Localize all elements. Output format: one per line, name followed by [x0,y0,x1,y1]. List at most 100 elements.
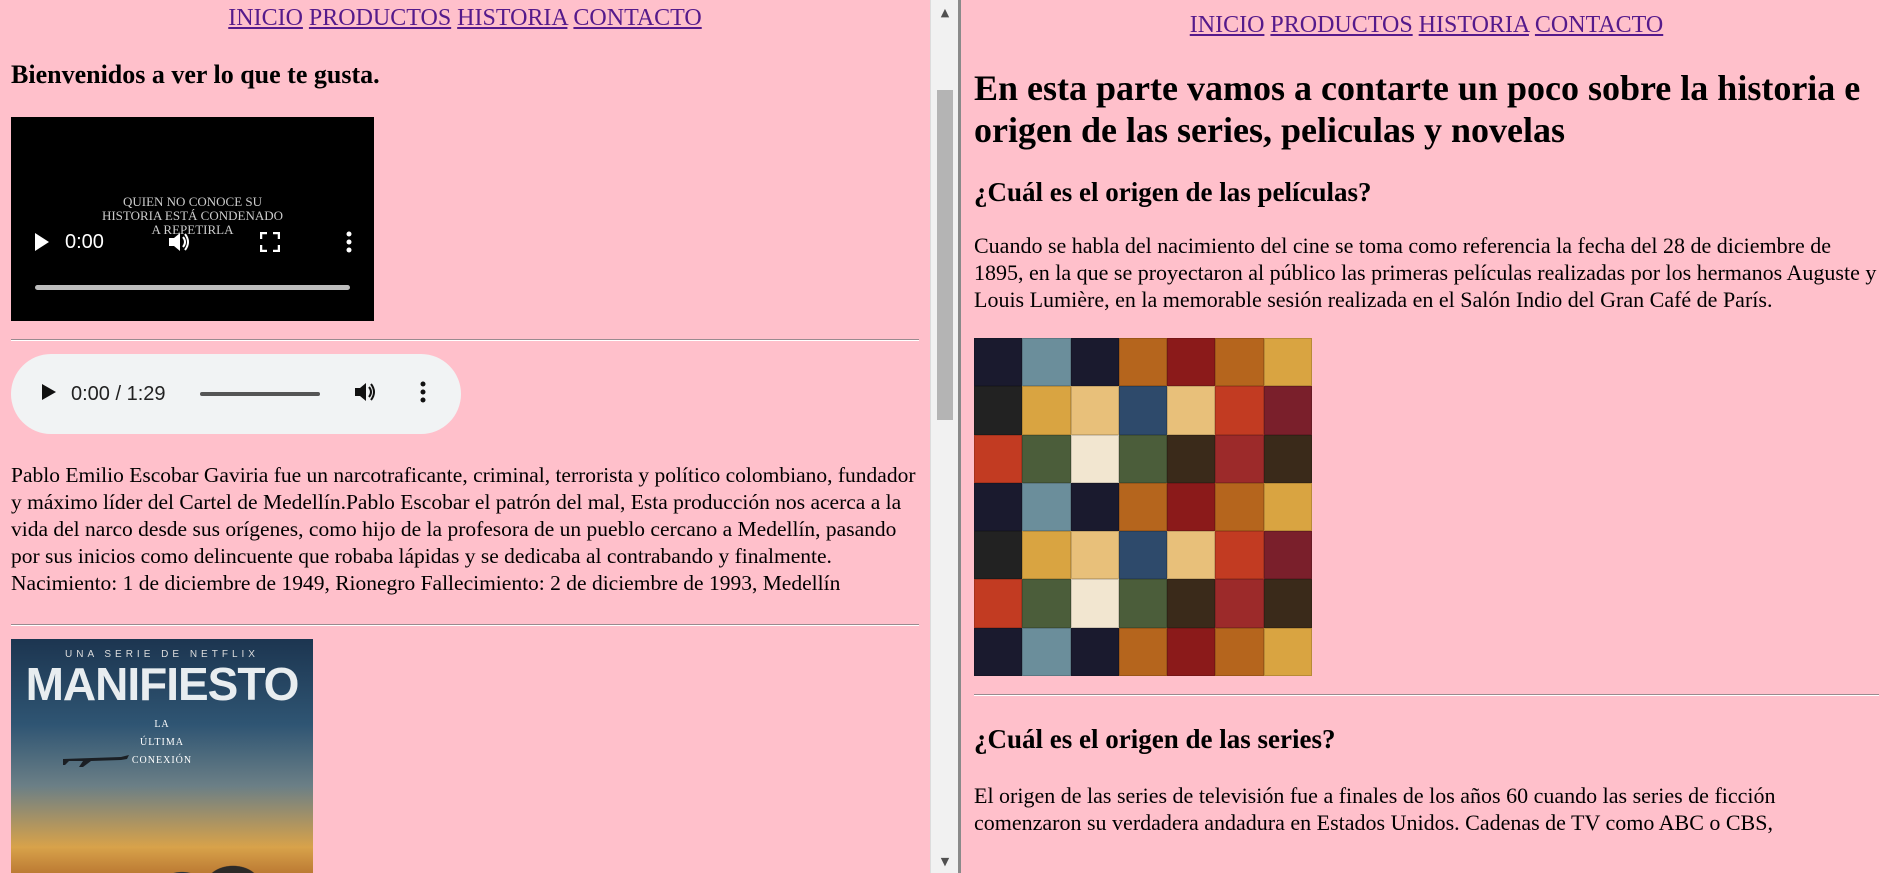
volume-icon[interactable] [168,231,192,253]
nav-link-contacto[interactable]: CONTACTO [1535,12,1663,38]
page-title: En esta parte vamos a contarte un poco s… [974,68,1861,150]
video-progress-bar[interactable] [35,285,350,290]
collage-tile [1022,627,1071,676]
nav-link-productos[interactable]: PRODUCTOS [309,5,451,31]
collage-tile [1118,338,1168,387]
collage-tile [974,386,1023,435]
series-poster-image: UNA SERIE DE NETFLIX MANIFIESTO LA ÚLTIM… [11,639,313,873]
collage-tile [1118,627,1168,676]
volume-icon[interactable] [354,381,378,408]
more-options-icon[interactable] [346,231,352,253]
collage-tile [1070,531,1119,580]
collage-tile [1167,434,1216,483]
nav-link-contacto[interactable]: CONTACTO [573,5,701,31]
nav-link-inicio[interactable]: INICIO [228,5,303,31]
play-icon[interactable] [41,383,57,406]
collage-tile [974,579,1023,628]
collage-tile [1022,482,1071,532]
split-view: INICIO PRODUCTOS HISTORIA CONTACTO Bienv… [0,0,1889,873]
audio-time: 0:00 / 1:29 [71,382,166,405]
collage-tile [1263,579,1312,628]
poster-subtitle-line: ÚLTIMA [140,737,184,748]
collage-tile [1215,482,1264,532]
nav-link-historia[interactable]: HISTORIA [1419,12,1529,38]
collage-tile [1263,434,1312,483]
video-overlay-line: QUIEN NO CONOCE SU [122,194,263,209]
collage-tile [974,338,1023,387]
airplane-icon [63,755,129,767]
collage-tile [1022,434,1071,483]
collage-tile [1118,482,1168,532]
collage-tile [1118,434,1168,483]
collage-tile [1070,627,1119,676]
collage-tile [1070,579,1119,628]
collage-tile [1022,386,1071,435]
collage-tile [1263,627,1312,676]
collage-tile [1022,579,1071,628]
collage-tile [1167,338,1216,387]
divider [974,694,1879,696]
scrollbar-thumb[interactable] [937,90,953,420]
poster-title: MANIFIESTO [25,658,300,710]
movie-posters-collage-image [974,338,1312,676]
collage-tile [1070,482,1119,532]
collage-tile [1070,386,1119,435]
collage-tile [1022,531,1071,580]
poster-subtitle: LA ÚLTIMA CONEXIÓN [11,716,313,770]
right-pane: INICIO PRODUCTOS HISTORIA CONTACTO En es… [961,0,1889,873]
video-time: 0:00 [65,230,104,253]
collage-tile [1263,482,1312,532]
collage-tile [1118,531,1168,580]
divider [11,339,919,341]
poster-subtitle-line: CONEXIÓN [131,755,193,766]
poster-tag: UNA SERIE DE NETFLIX [65,649,259,660]
audio-seek-bar[interactable] [199,392,320,396]
play-icon[interactable] [33,232,51,252]
collage-tile [974,627,1023,676]
section-text-movies: Cuando se habla del nacimiento del cine … [974,233,1877,312]
nav-link-productos[interactable]: PRODUCTOS [1270,12,1412,38]
nav-link-historia[interactable]: HISTORIA [457,5,567,31]
video-controls: 0:00 [11,227,374,257]
bio-paragraph: Pablo Emilio Escobar Gaviria fue un narc… [11,463,916,595]
collage-tile [1070,434,1119,483]
left-pane: INICIO PRODUCTOS HISTORIA CONTACTO Bienv… [0,0,930,873]
nav-link-inicio[interactable]: INICIO [1190,12,1265,38]
more-options-icon[interactable] [420,381,426,408]
nav-right: INICIO PRODUCTOS HISTORIA CONTACTO [974,0,1879,39]
collage-tile [1215,386,1264,435]
collage-tile [1215,338,1264,387]
collage-tile [1263,531,1312,580]
collage-tile [1167,627,1216,676]
audio-player[interactable]: 0:00 / 1:29 [11,354,461,434]
collage-tile [1070,338,1119,387]
section-title-series: ¿Cuál es el origen de las series? [974,724,1336,754]
collage-tile [1215,627,1264,676]
collage-tile [974,531,1023,580]
scroll-up-icon[interactable]: ▲ [931,2,959,22]
poster-subtitle-line: LA [154,719,170,730]
video-overlay-line: HISTORIA ESTÁ CONDENADO [101,208,284,223]
collage-tile [1215,434,1264,483]
collage-tile [1167,386,1216,435]
poster-people [131,814,301,873]
section-title-movies: ¿Cuál es el origen de las películas? [974,177,1372,207]
collage-tile [1215,579,1264,628]
collage-tile [1118,386,1168,435]
video-player[interactable]: QUIEN NO CONOCE SU HISTORIA ESTÁ CONDENA… [11,117,374,321]
collage-tile [1167,531,1216,580]
collage-tile [1263,338,1312,387]
collage-tile [1215,531,1264,580]
collage-tile [1167,579,1216,628]
scrollbar[interactable]: ▲ ▼ [930,0,958,873]
divider [11,624,919,626]
welcome-heading: Bienvenidos a ver lo que te gusta. [11,60,380,89]
scroll-down-icon[interactable]: ▼ [931,851,959,871]
collage-tile [1022,338,1071,387]
collage-tile [974,482,1023,532]
fullscreen-icon[interactable] [260,232,280,252]
collage-tile [974,434,1023,483]
collage-tile [1118,579,1168,628]
nav-left: INICIO PRODUCTOS HISTORIA CONTACTO [11,0,919,32]
collage-tile [1167,482,1216,532]
